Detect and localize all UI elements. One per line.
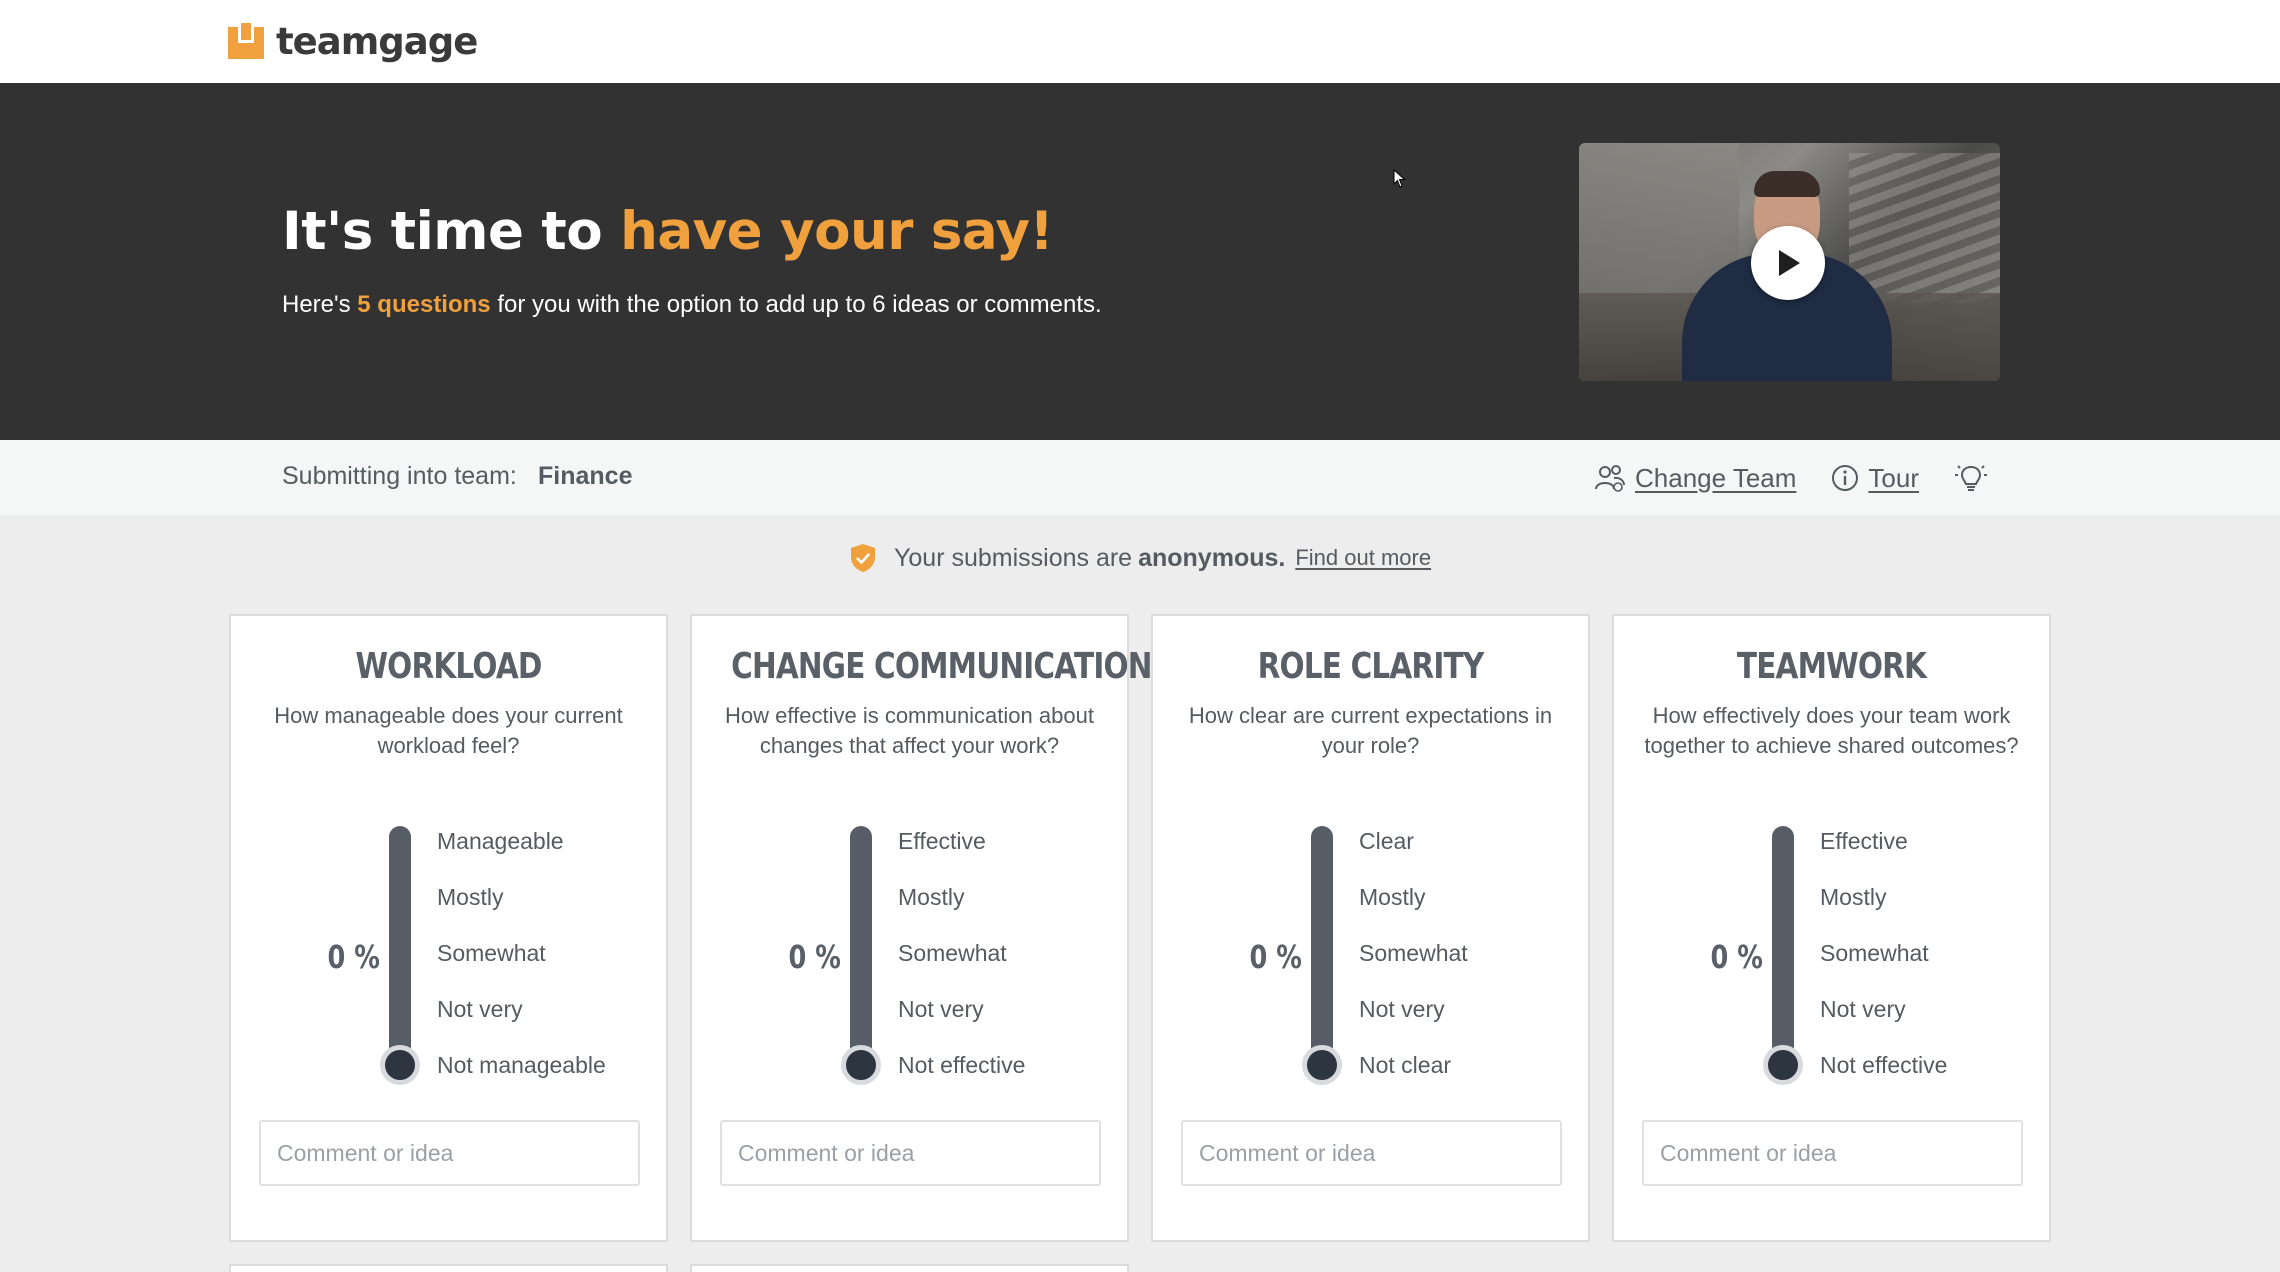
video-presenter-hair bbox=[1754, 171, 1820, 197]
rating-option[interactable]: Not effective bbox=[1820, 1050, 1947, 1106]
logo-mark-icon bbox=[228, 23, 264, 59]
rating-options: Manageable Mostly Somewhat Not very Not … bbox=[437, 826, 606, 1106]
rating-slider-track[interactable] bbox=[389, 826, 411, 1066]
hero-title: It's time to have your say! bbox=[282, 201, 1054, 262]
rating-option[interactable]: Somewhat bbox=[898, 938, 1025, 994]
question-card-role-clarity: ROLE CLARITY How clear are current expec… bbox=[1151, 614, 1590, 1242]
rating-slider-handle[interactable] bbox=[1302, 1045, 1342, 1085]
rating-option[interactable]: Not very bbox=[1820, 994, 1947, 1050]
hero-sub-start: Here's bbox=[282, 291, 351, 318]
rating-options: Effective Mostly Somewhat Not very Not e… bbox=[1820, 826, 1947, 1106]
anonymous-bold: anonymous. bbox=[1138, 543, 1286, 572]
percent-value: 0 % bbox=[327, 938, 380, 976]
change-team-button[interactable]: Change Team bbox=[1593, 463, 1796, 494]
rating-option[interactable]: Effective bbox=[898, 826, 1025, 882]
rating-option[interactable]: Somewhat bbox=[1359, 938, 1468, 994]
team-label: Submitting into team: bbox=[282, 462, 517, 490]
rating-slider-track[interactable] bbox=[1772, 826, 1794, 1066]
question-card-next bbox=[229, 1264, 668, 1272]
hero-title-start: It's time to bbox=[282, 201, 603, 262]
rating-slider-track[interactable] bbox=[1311, 826, 1333, 1066]
tour-button[interactable]: Tour bbox=[1830, 463, 1919, 494]
comment-input[interactable] bbox=[1642, 1120, 2023, 1186]
rating-slider-handle[interactable] bbox=[380, 1045, 420, 1085]
card-question: How effective is communication about cha… bbox=[725, 703, 1094, 758]
rating-option[interactable]: Not very bbox=[1359, 994, 1468, 1050]
rating-option[interactable]: Clear bbox=[1359, 826, 1468, 882]
hero-banner: It's time to have your say! Here's 5 que… bbox=[0, 83, 2280, 440]
card-title: CHANGE COMMUNICATION bbox=[731, 646, 1152, 687]
teamgage-logo[interactable]: teamgage bbox=[228, 16, 478, 66]
question-card-workload: WORKLOAD How manageable does your curren… bbox=[229, 614, 668, 1242]
question-card-change-communication: CHANGE COMMUNICATION How effective is co… bbox=[690, 614, 1152, 1242]
hero-title-accent: have your say! bbox=[620, 201, 1054, 262]
rating-options: Clear Mostly Somewhat Not very Not clear bbox=[1359, 826, 1468, 1106]
rating-slider-handle[interactable] bbox=[841, 1045, 881, 1085]
change-team-label: Change Team bbox=[1635, 462, 1797, 493]
rating-option[interactable]: Somewhat bbox=[1820, 938, 1947, 994]
tour-label: Tour bbox=[1868, 462, 1919, 493]
top-bar: teamgage bbox=[0, 0, 2280, 83]
rating-option[interactable]: Mostly bbox=[1359, 882, 1468, 938]
rating-option[interactable]: Mostly bbox=[437, 882, 606, 938]
intro-video[interactable] bbox=[1579, 143, 2000, 381]
rating-options: Effective Mostly Somewhat Not very Not e… bbox=[898, 826, 1025, 1106]
card-title: WORKLOAD bbox=[355, 646, 542, 687]
rating-option[interactable]: Somewhat bbox=[437, 938, 606, 994]
rating-option[interactable]: Mostly bbox=[898, 882, 1025, 938]
anonymous-text: Your submissions are bbox=[894, 543, 1133, 572]
shield-check-icon bbox=[851, 544, 875, 572]
find-out-more-link[interactable]: Find out more bbox=[1295, 545, 1431, 571]
team-bar: Submitting into team: Finance Change Tea… bbox=[0, 440, 2280, 515]
rating-slider-track[interactable] bbox=[850, 826, 872, 1066]
card-title: TEAMWORK bbox=[1736, 646, 1927, 687]
rating-option[interactable]: Not effective bbox=[898, 1050, 1025, 1106]
users-icon bbox=[1595, 465, 1625, 492]
percent-value: 0 % bbox=[1710, 938, 1763, 976]
play-icon bbox=[1779, 250, 1800, 276]
hero-sub-accent: 5 questions bbox=[357, 291, 491, 318]
card-title: ROLE CLARITY bbox=[1257, 646, 1485, 687]
anonymous-notice: Your submissions are anonymous. Find out… bbox=[848, 540, 1431, 576]
percent-value: 0 % bbox=[788, 938, 841, 976]
lightbulb-icon bbox=[1955, 465, 1987, 491]
rating-slider-handle[interactable] bbox=[1763, 1045, 1803, 1085]
card-question: How manageable does your current workloa… bbox=[274, 703, 623, 758]
mouse-cursor-icon bbox=[1393, 169, 1406, 188]
rating-option[interactable]: Effective bbox=[1820, 826, 1947, 882]
hero-sub-end: for you with the option to add up to 6 i… bbox=[497, 291, 1102, 318]
hero-subtitle: Here's 5 questions for you with the opti… bbox=[282, 291, 1102, 319]
play-button[interactable] bbox=[1751, 226, 1825, 300]
question-card-next bbox=[690, 1264, 1129, 1272]
team-name: Finance bbox=[538, 462, 633, 490]
rating-option[interactable]: Not clear bbox=[1359, 1050, 1468, 1106]
comment-input[interactable] bbox=[720, 1120, 1101, 1186]
info-icon bbox=[1832, 465, 1859, 491]
card-question: How effectively does your team work toge… bbox=[1644, 703, 2019, 758]
comment-input[interactable] bbox=[1181, 1120, 1562, 1186]
rating-option[interactable]: Not very bbox=[437, 994, 606, 1050]
card-question: How clear are current expectations in yo… bbox=[1188, 703, 1553, 758]
ideas-button[interactable] bbox=[1953, 462, 1997, 494]
rating-option[interactable]: Mostly bbox=[1820, 882, 1947, 938]
logo-text: teamgage bbox=[276, 19, 478, 63]
percent-value: 0 % bbox=[1249, 938, 1302, 976]
comment-input[interactable] bbox=[259, 1120, 640, 1186]
rating-option[interactable]: Not very bbox=[898, 994, 1025, 1050]
rating-option[interactable]: Manageable bbox=[437, 826, 606, 882]
team-actions: Change Team Tour bbox=[1593, 458, 2031, 498]
question-card-teamwork: TEAMWORK How effectively does your team … bbox=[1612, 614, 2051, 1242]
video-stairs bbox=[1849, 153, 2000, 303]
rating-option[interactable]: Not manageable bbox=[437, 1050, 606, 1106]
